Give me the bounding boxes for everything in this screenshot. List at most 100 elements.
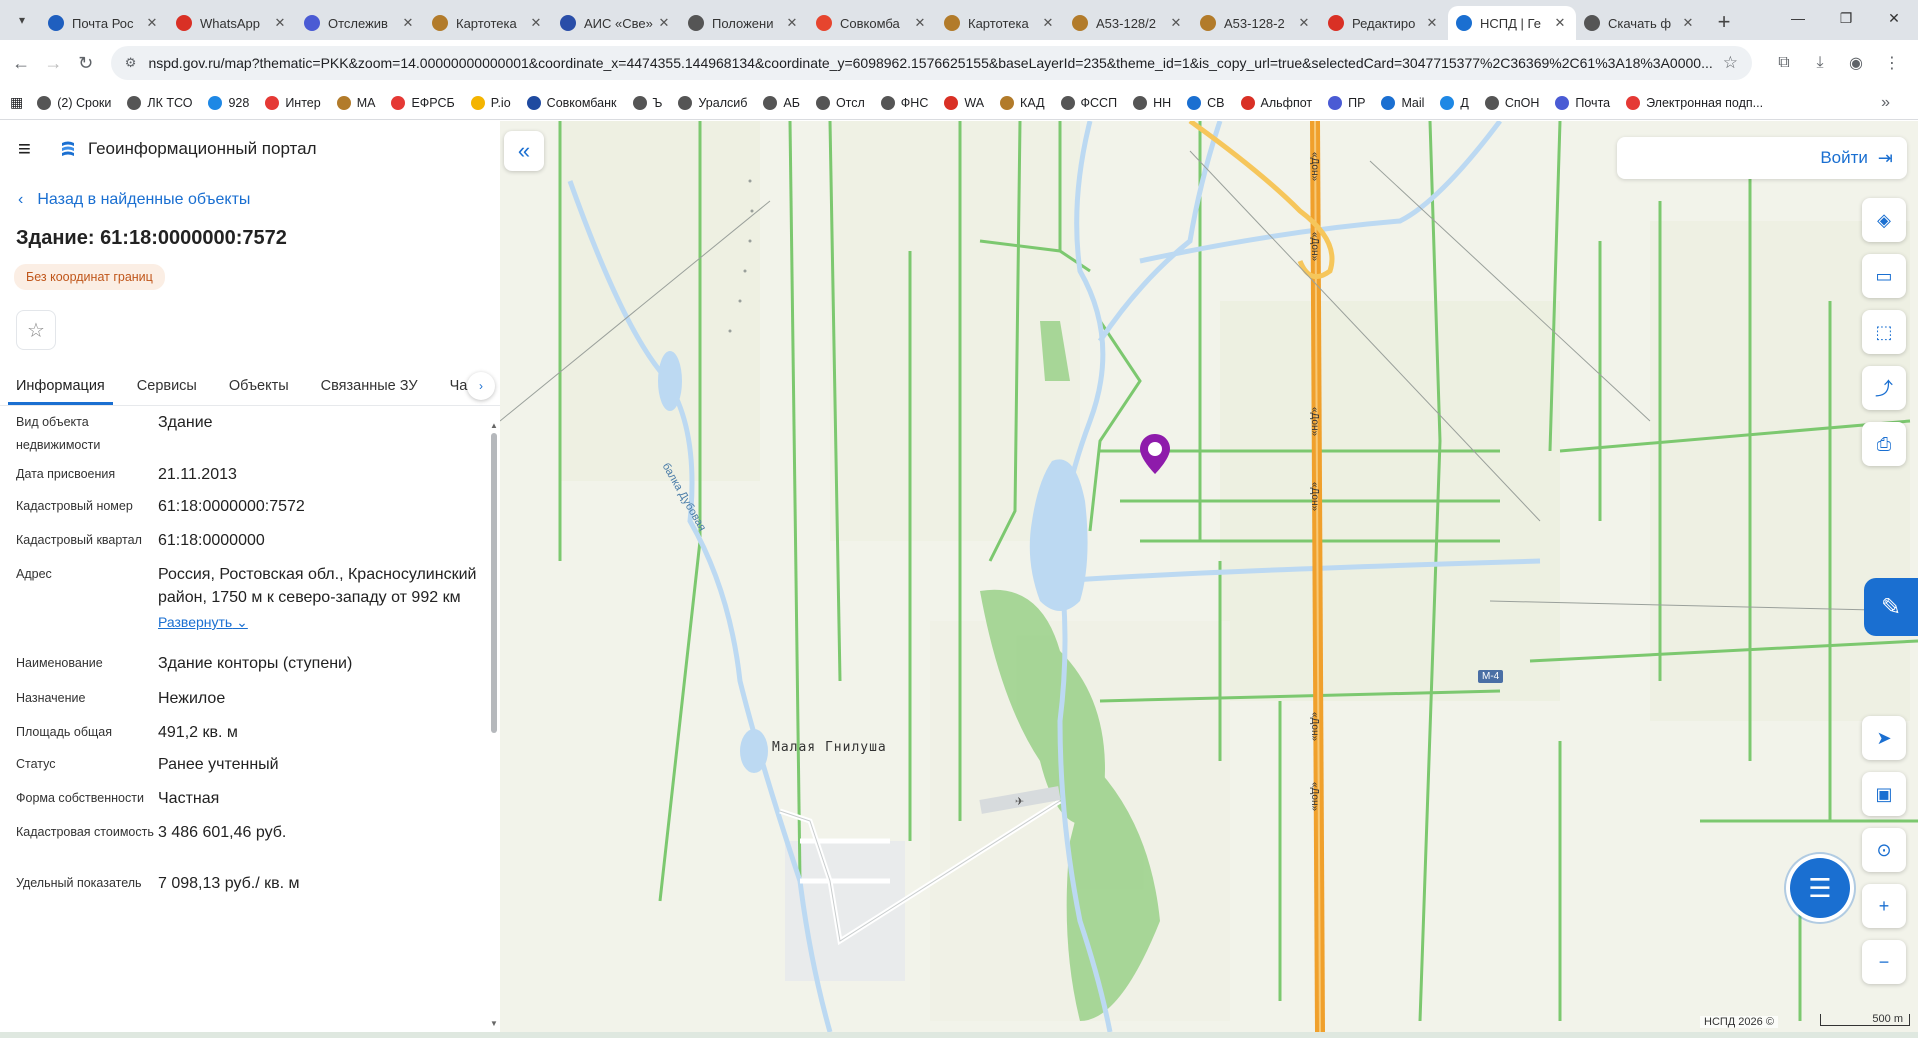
profile-icon[interactable]: ◉ [1838, 47, 1874, 79]
bookmark-item[interactable]: Ъ [632, 95, 662, 110]
bookmark-star-icon[interactable]: ☆ [1723, 53, 1738, 73]
tab-close-icon[interactable]: ✕ [1296, 15, 1312, 31]
print-icon[interactable]: ⎙ [1862, 422, 1906, 466]
tab-objects[interactable]: Объекты [229, 378, 289, 405]
reload-icon[interactable]: ↻ [73, 47, 99, 79]
map-canvas[interactable]: ✈ Малая Гнилуша балка Дубовая «Дон» «Дон… [500, 121, 1918, 1032]
scrollbar-thumb[interactable] [491, 433, 497, 733]
bookmark-item[interactable]: Отсл [815, 95, 865, 110]
bookmark-item[interactable]: ФССП [1060, 95, 1117, 110]
bookmark-favicon-icon [1626, 95, 1641, 110]
bookmark-item[interactable]: АБ [763, 95, 800, 110]
bookmark-item[interactable]: (2) Сроки [37, 95, 111, 110]
tabs-scroll-right-icon[interactable]: › [467, 372, 495, 400]
layers-icon[interactable]: ◈ [1862, 198, 1906, 242]
tab-services[interactable]: Сервисы [137, 378, 197, 405]
favorite-star-button[interactable]: ☆ [16, 310, 56, 350]
bookmark-item[interactable]: ФНС [880, 95, 928, 110]
downloads-icon[interactable]: ⤓ [1802, 47, 1838, 79]
tab-close-icon[interactable]: ✕ [144, 15, 160, 31]
browser-tab[interactable]: Отслежив ✕ [296, 6, 424, 40]
zoom-out-icon[interactable]: − [1862, 940, 1906, 984]
bookmark-item[interactable]: СпОН [1484, 95, 1539, 110]
tab-close-icon[interactable]: ✕ [1552, 15, 1568, 31]
bookmark-item[interactable]: P.io [470, 95, 511, 110]
browser-tab[interactable]: Почта Рос ✕ [40, 6, 168, 40]
browser-tab[interactable]: WhatsApp ✕ [168, 6, 296, 40]
browser-tab[interactable]: НСПД | Ге ✕ [1448, 6, 1576, 40]
bookmark-item[interactable]: Почта [1555, 95, 1610, 110]
address-bar[interactable]: ⚙ nspd.gov.ru/map?thematic=PKK&zoom=14.0… [110, 46, 1752, 80]
browser-tab[interactable]: А53-128/2 ✕ [1064, 6, 1192, 40]
area-select-icon[interactable]: ⬚ [1862, 310, 1906, 354]
tab-close-icon[interactable]: ✕ [1680, 15, 1696, 31]
url-text[interactable]: nspd.gov.ru/map?thematic=PKK&zoom=14.000… [148, 55, 1712, 71]
minimap-icon[interactable]: ▣ [1862, 772, 1906, 816]
bookmark-item[interactable]: 928 [208, 95, 249, 110]
bookmark-item[interactable]: НН [1133, 95, 1171, 110]
tab-close-icon[interactable]: ✕ [656, 15, 672, 31]
bookmark-item[interactable]: КАД [1000, 95, 1045, 110]
browser-tab[interactable]: Скачать ф ✕ [1576, 6, 1704, 40]
browser-tab[interactable]: Картотека ✕ [424, 6, 552, 40]
login-button[interactable]: Войти ⇥ [1617, 137, 1907, 179]
forward-icon[interactable]: → [40, 47, 66, 79]
menu-icon[interactable]: ≡ [18, 138, 38, 160]
new-tab-button[interactable]: + [1710, 8, 1738, 36]
tab-close-icon[interactable]: ✕ [912, 15, 928, 31]
bookmark-item[interactable]: Д [1440, 95, 1469, 110]
apps-icon[interactable]: ▦ [10, 94, 23, 111]
scroll-down-icon[interactable]: ▼ [490, 1019, 498, 1028]
bookmark-item[interactable]: Совкомбанк [526, 95, 617, 110]
browser-tab[interactable]: Совкомба ✕ [808, 6, 936, 40]
tab-close-icon[interactable]: ✕ [784, 15, 800, 31]
chat-button[interactable]: ☰ [1790, 858, 1850, 918]
bookmark-item[interactable]: ЕФРСБ [391, 95, 455, 110]
assistant-button[interactable]: ✎ [1864, 578, 1918, 636]
selected-object-marker[interactable] [1138, 432, 1172, 476]
site-info-icon[interactable]: ⚙ [125, 55, 137, 71]
back-to-results-link[interactable]: ‹ Назад в найденные объекты [18, 191, 500, 209]
bookmark-item[interactable]: Mail [1381, 95, 1424, 110]
browser-menu-icon[interactable]: ⋮ [1874, 47, 1910, 79]
tab-close-icon[interactable]: ✕ [400, 15, 416, 31]
scroll-up-icon[interactable]: ▲ [490, 421, 498, 430]
bookmark-item[interactable]: Электронная подп... [1626, 95, 1763, 110]
maximize-icon[interactable]: ❐ [1822, 0, 1870, 36]
tab-close-icon[interactable]: ✕ [1168, 15, 1184, 31]
bookmark-item[interactable]: ПР [1328, 95, 1365, 110]
browser-tab[interactable]: Редактиро ✕ [1320, 6, 1448, 40]
browser-tab[interactable]: Картотека ✕ [936, 6, 1064, 40]
minimize-icon[interactable]: — [1774, 0, 1822, 36]
bookmark-item[interactable]: МА [336, 95, 375, 110]
back-icon[interactable]: ← [8, 47, 34, 79]
more-bookmarks-icon[interactable]: » [1881, 94, 1890, 112]
bookmark-item[interactable]: ЛК ТСО [127, 95, 192, 110]
bookmark-item[interactable]: Альфпот [1240, 95, 1312, 110]
geolocation-icon[interactable]: ➤ [1862, 716, 1906, 760]
expand-address-link[interactable]: Развернуть ⌄ [158, 611, 248, 634]
tab-close-icon[interactable]: ✕ [1424, 15, 1440, 31]
browser-tab[interactable]: А53-128-2 ✕ [1192, 6, 1320, 40]
close-window-icon[interactable]: ✕ [1870, 0, 1918, 36]
tab-parts[interactable]: Ча [450, 378, 468, 405]
tab-close-icon[interactable]: ✕ [272, 15, 288, 31]
browser-tab[interactable]: АИС «Све» ✕ [552, 6, 680, 40]
bookmark-item[interactable]: WA [944, 95, 984, 110]
tab-related-land[interactable]: Связанные ЗУ [321, 378, 418, 405]
search-point-icon[interactable]: ⊙ [1862, 828, 1906, 872]
bookmark-item[interactable]: Уралсиб [678, 95, 747, 110]
collapse-panel-button[interactable]: « [504, 131, 544, 171]
panel-scrollbar[interactable]: ▲ ▼ [490, 421, 498, 1031]
extensions-icon[interactable]: ⧉ [1766, 47, 1802, 79]
bookmark-item[interactable]: Интер [265, 95, 321, 110]
share-icon[interactable]: ⤴ [1862, 366, 1906, 410]
bookmark-item[interactable]: СВ [1187, 95, 1225, 110]
tab-close-icon[interactable]: ✕ [1040, 15, 1056, 31]
tab-information[interactable]: Информация [8, 378, 113, 405]
ruler-icon[interactable]: ▭ [1862, 254, 1906, 298]
zoom-in-icon[interactable]: + [1862, 884, 1906, 928]
tab-close-icon[interactable]: ✕ [528, 15, 544, 31]
browser-tab[interactable]: Положени ✕ [680, 6, 808, 40]
tab-search-icon[interactable]: ▾ [8, 6, 36, 34]
